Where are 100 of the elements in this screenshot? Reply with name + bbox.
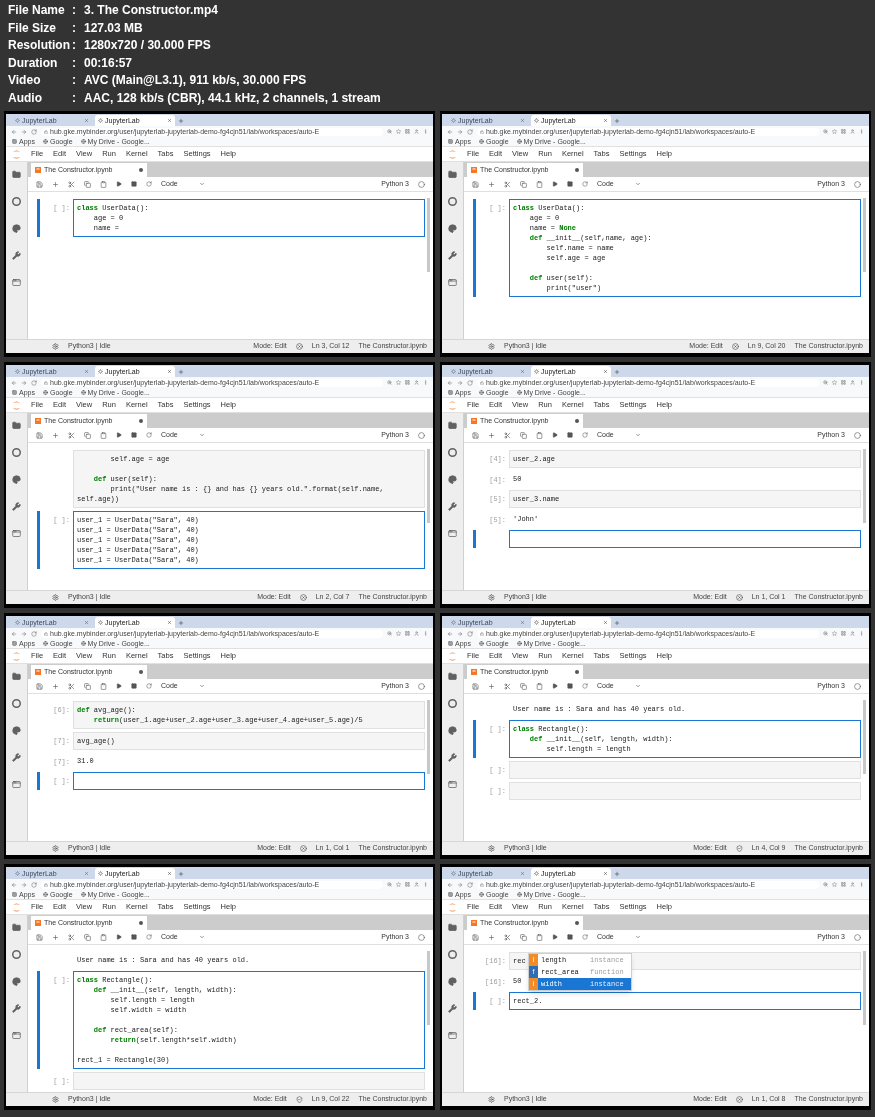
forward-icon[interactable] xyxy=(457,128,463,135)
new-tab-icon[interactable] xyxy=(614,369,620,375)
close-icon[interactable] xyxy=(167,871,172,876)
back-icon[interactable] xyxy=(447,881,453,888)
restart-icon[interactable] xyxy=(582,432,588,438)
more-icon[interactable] xyxy=(859,631,864,636)
close-icon[interactable] xyxy=(84,369,89,374)
cut-icon[interactable] xyxy=(68,180,75,188)
folder-icon[interactable] xyxy=(12,421,21,430)
extension-icon[interactable] xyxy=(405,882,410,887)
more-icon[interactable] xyxy=(859,882,864,887)
extension-icon[interactable] xyxy=(841,631,846,636)
new-tab-icon[interactable] xyxy=(178,369,184,375)
wrench-icon[interactable] xyxy=(12,1004,21,1013)
window-icon[interactable] xyxy=(448,529,457,538)
run-icon[interactable] xyxy=(116,181,122,187)
reload-icon[interactable] xyxy=(467,881,473,888)
plus-icon[interactable] xyxy=(488,933,495,941)
x-circle-icon[interactable] xyxy=(299,594,307,601)
save-icon[interactable] xyxy=(472,180,479,188)
paste-icon[interactable] xyxy=(100,180,107,188)
copy-icon[interactable] xyxy=(84,682,91,690)
palette-icon[interactable] xyxy=(12,726,21,735)
wrench-icon[interactable] xyxy=(12,251,21,260)
cut-icon[interactable] xyxy=(68,933,75,941)
jupyter-logo[interactable] xyxy=(12,650,21,662)
forward-icon[interactable] xyxy=(457,379,463,386)
window-icon[interactable] xyxy=(12,1031,21,1040)
close-icon[interactable] xyxy=(520,620,525,625)
scrollbar[interactable] xyxy=(863,198,866,272)
more-icon[interactable] xyxy=(859,380,864,385)
scrollbar[interactable] xyxy=(427,449,430,523)
paste-icon[interactable] xyxy=(536,933,543,941)
reload-icon[interactable] xyxy=(467,379,473,386)
running-icon[interactable] xyxy=(12,448,21,457)
run-icon[interactable] xyxy=(552,181,558,187)
close-icon[interactable] xyxy=(603,871,608,876)
running-icon[interactable] xyxy=(448,448,457,457)
window-icon[interactable] xyxy=(448,780,457,789)
wrench-icon[interactable] xyxy=(448,753,457,762)
copy-icon[interactable] xyxy=(520,431,527,439)
profile-icon[interactable] xyxy=(850,380,855,385)
folder-icon[interactable] xyxy=(12,923,21,932)
x-circle-icon[interactable] xyxy=(735,1096,743,1103)
forward-icon[interactable] xyxy=(21,881,27,888)
plus-icon[interactable] xyxy=(52,180,59,188)
close-icon[interactable] xyxy=(520,118,525,123)
restart-icon[interactable] xyxy=(582,683,588,689)
wrench-icon[interactable] xyxy=(448,502,457,511)
scrollbar[interactable] xyxy=(427,700,430,774)
stop-icon[interactable] xyxy=(567,683,573,689)
paste-icon[interactable] xyxy=(100,431,107,439)
cut-icon[interactable] xyxy=(504,431,511,439)
copy-icon[interactable] xyxy=(520,180,527,188)
back-icon[interactable] xyxy=(11,630,17,637)
wrench-icon[interactable] xyxy=(448,1004,457,1013)
profile-icon[interactable] xyxy=(414,129,419,134)
close-icon[interactable] xyxy=(520,871,525,876)
shield-check-icon[interactable] xyxy=(735,845,743,852)
more-icon[interactable] xyxy=(423,882,428,887)
zoom-icon[interactable] xyxy=(387,882,392,887)
scrollbar[interactable] xyxy=(863,951,866,1025)
wrench-icon[interactable] xyxy=(12,502,21,511)
stop-icon[interactable] xyxy=(567,432,573,438)
restart-icon[interactable] xyxy=(582,934,588,940)
running-icon[interactable] xyxy=(448,699,457,708)
save-icon[interactable] xyxy=(472,933,479,941)
jupyter-logo[interactable] xyxy=(12,148,21,160)
cut-icon[interactable] xyxy=(68,682,75,690)
copy-icon[interactable] xyxy=(520,682,527,690)
run-icon[interactable] xyxy=(116,934,122,940)
palette-icon[interactable] xyxy=(12,977,21,986)
copy-icon[interactable] xyxy=(84,431,91,439)
paste-icon[interactable] xyxy=(100,682,107,690)
new-tab-icon[interactable] xyxy=(178,620,184,626)
zoom-icon[interactable] xyxy=(387,129,392,134)
profile-icon[interactable] xyxy=(850,631,855,636)
cut-icon[interactable] xyxy=(68,431,75,439)
close-icon[interactable] xyxy=(84,620,89,625)
window-icon[interactable] xyxy=(448,278,457,287)
stop-icon[interactable] xyxy=(567,181,573,187)
star-icon[interactable] xyxy=(396,380,401,385)
restart-icon[interactable] xyxy=(146,934,152,940)
scrollbar[interactable] xyxy=(427,198,430,272)
shield-check-icon[interactable] xyxy=(295,1096,303,1103)
paste-icon[interactable] xyxy=(100,933,107,941)
reload-icon[interactable] xyxy=(467,630,473,637)
jupyter-logo[interactable] xyxy=(448,148,457,160)
profile-icon[interactable] xyxy=(850,882,855,887)
close-icon[interactable] xyxy=(603,620,608,625)
new-tab-icon[interactable] xyxy=(614,118,620,124)
paste-icon[interactable] xyxy=(536,431,543,439)
extension-icon[interactable] xyxy=(405,631,410,636)
palette-icon[interactable] xyxy=(448,726,457,735)
jupyter-logo[interactable] xyxy=(448,901,457,913)
forward-icon[interactable] xyxy=(21,630,27,637)
zoom-icon[interactable] xyxy=(387,631,392,636)
x-circle-icon[interactable] xyxy=(299,845,307,852)
stop-icon[interactable] xyxy=(131,934,137,940)
forward-icon[interactable] xyxy=(457,630,463,637)
